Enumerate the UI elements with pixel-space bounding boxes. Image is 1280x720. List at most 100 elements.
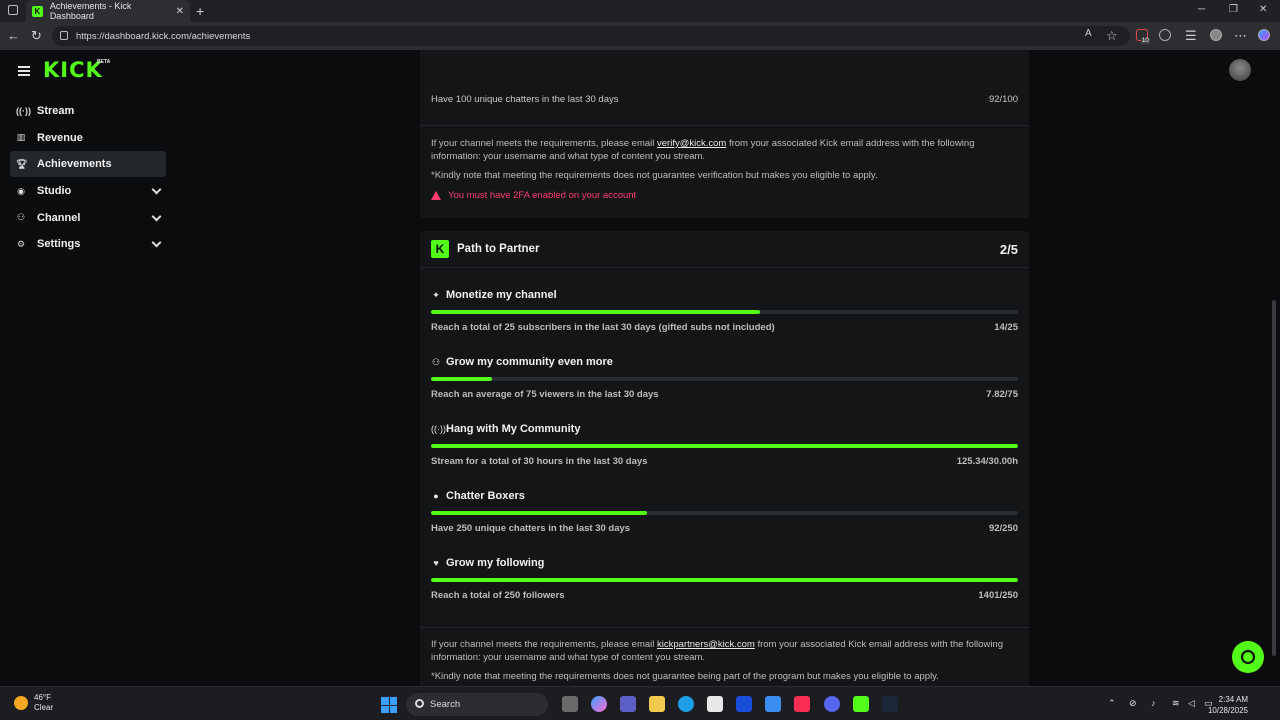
sidebar-nav: ((·)) Stream ▥ Revenue 🏆︎ Achievements ◉… — [10, 98, 166, 258]
sidebar-item-revenue[interactable]: ▥ Revenue — [10, 125, 166, 151]
gear-icon: ⚙ — [16, 238, 26, 249]
chevron-down-icon[interactable] — [151, 184, 162, 195]
tray-chevron-icon[interactable]: ⌃ — [1108, 698, 1116, 709]
user-avatar[interactable] — [1229, 59, 1251, 81]
sidebar-item-label: Studio — [37, 185, 72, 198]
path-to-partner-card: K Path to Partner 2/5 ✦ Monetize my chan… — [420, 231, 1029, 631]
verify-email-link[interactable]: verify@kick.com — [657, 138, 726, 149]
more-menu-icon[interactable]: ⋯ — [1234, 28, 1247, 44]
sparkle-icon: ✦ — [432, 290, 440, 300]
window-close-icon[interactable]: ✕ — [1259, 4, 1267, 15]
progress-track — [431, 377, 1018, 381]
url-field[interactable]: https://dashboard.kick.com/achievements — [52, 26, 1130, 46]
edge-icon[interactable] — [678, 696, 694, 712]
volume-icon[interactable]: ◁ — [1188, 698, 1195, 709]
collections-icon[interactable]: ☰ — [1185, 28, 1197, 44]
goal-description: Reach a total of 25 subscribers in the l… — [431, 322, 775, 333]
beta-badge: BETA — [97, 59, 111, 65]
refresh-icon[interactable]: ↻ — [31, 28, 42, 44]
chart-icon: ▥ — [16, 132, 26, 143]
extensions-puzzle-icon[interactable] — [1159, 29, 1171, 41]
partner-instructions-card: If your channel meets the requirements, … — [420, 628, 1029, 686]
sidebar-item-label: Settings — [37, 238, 81, 251]
maximize-icon[interactable]: ❐ — [1229, 4, 1238, 15]
steam-icon[interactable] — [882, 696, 898, 712]
tab-title: Achievements - Kick Dashboard — [49, 1, 132, 21]
progress-track — [431, 310, 1018, 314]
store-icon[interactable] — [707, 696, 723, 712]
heart-icon: ♥ — [433, 558, 439, 568]
menu-toggle-icon[interactable] — [18, 66, 30, 76]
goal-hang-with-community: ((·)) Hang with My Community Stream for … — [420, 423, 1029, 484]
wifi-icon[interactable]: ≋ — [1172, 698, 1180, 709]
progress-track — [431, 511, 1018, 515]
teams-icon[interactable] — [620, 696, 636, 712]
new-tab-icon[interactable]: + — [196, 3, 204, 19]
goal-title: Hang with My Community — [446, 423, 581, 435]
copilot-icon[interactable] — [1258, 29, 1270, 41]
verification-card: Have 100 unique chatters in the last 30 … — [420, 50, 1029, 218]
kick-k-icon: K — [431, 240, 449, 258]
progress-track — [431, 444, 1018, 448]
broadcast-icon: ((·)) — [16, 106, 31, 116]
goal-description: Have 100 unique chatters in the last 30 … — [431, 94, 619, 105]
lens-app-icon[interactable] — [736, 696, 752, 712]
weather-widget[interactable]: 46°F Clear — [14, 693, 53, 713]
read-aloud-icon[interactable]: A — [1085, 28, 1092, 39]
favorite-star-icon[interactable]: ☆ — [1106, 28, 1118, 44]
sidebar-item-achievements[interactable]: 🏆︎ Achievements — [10, 151, 166, 178]
kick-logo[interactable]: KICK — [43, 58, 103, 82]
sidebar-item-studio[interactable]: ◉ Studio — [10, 178, 166, 204]
goal-description: Have 250 unique chatters in the last 30 … — [431, 523, 631, 534]
divider — [420, 125, 1029, 126]
profile-icon[interactable] — [1210, 29, 1222, 41]
goal-title: Monetize my channel — [446, 289, 557, 301]
verification-instructions: If your channel meets the requirements, … — [431, 137, 1011, 163]
windows-start-icon[interactable] — [381, 697, 397, 713]
back-icon[interactable]: ← — [7, 28, 20, 43]
goal-value: 7.82/75 — [986, 389, 1018, 400]
taskbar-search[interactable]: Search — [406, 693, 548, 716]
network-off-icon[interactable]: ⊘ — [1129, 698, 1137, 709]
goal-description: Reach a total of 250 followers — [431, 590, 565, 601]
chevron-down-icon[interactable] — [151, 211, 162, 222]
headset-icon — [1241, 650, 1255, 664]
taskbar-clock[interactable]: 2:34 AM 10/28/2025 — [1208, 694, 1248, 716]
goal-value: 1401/250 — [978, 590, 1018, 601]
sidebar-item-label: Revenue — [37, 131, 83, 144]
pen-app-icon[interactable] — [765, 696, 781, 712]
tab-actions-icon[interactable] — [8, 5, 18, 15]
tab-close-icon[interactable]: ✕ — [176, 6, 184, 17]
file-explorer-icon[interactable] — [649, 696, 665, 712]
clock-date: 10/28/2025 — [1207, 706, 1248, 715]
discord-icon[interactable] — [824, 696, 840, 712]
chevron-down-icon[interactable] — [151, 237, 162, 248]
kick-app-icon[interactable] — [853, 696, 869, 712]
studio-icon: ◉ — [17, 185, 25, 196]
sidebar-item-channel[interactable]: ⚇ Channel — [10, 205, 166, 231]
goal-monetize: ✦ Monetize my channel Reach a total of 2… — [420, 289, 1029, 350]
verification-note: *Kindly note that meeting the requiremen… — [431, 170, 878, 181]
goal-chatter-boxers: ● Chatter Boxers Have 250 unique chatter… — [420, 490, 1029, 551]
help-chat-button[interactable] — [1232, 641, 1264, 673]
minimize-icon[interactable]: ─ — [1198, 4, 1205, 15]
sidebar-item-label: Achievements — [37, 158, 112, 171]
copilot-app-icon[interactable] — [591, 696, 607, 712]
sidebar-item-settings[interactable]: ⚙ Settings — [10, 231, 166, 257]
browser-tab[interactable]: K Achievements - Kick Dashboard ✕ — [26, 0, 190, 22]
goal-description: Reach an average of 75 viewers in the la… — [431, 389, 659, 400]
page-scrollbar[interactable] — [1272, 300, 1276, 656]
search-icon — [415, 699, 424, 708]
goal-value: 92/100 — [988, 94, 1018, 105]
microphone-icon[interactable]: ♪ — [1151, 698, 1156, 708]
partner-email-link[interactable]: kickpartners@kick.com — [657, 639, 755, 650]
music-icon[interactable] — [794, 696, 810, 712]
progress-fill — [431, 578, 1018, 582]
task-view-icon[interactable] — [562, 696, 578, 712]
sidebar-item-stream[interactable]: ((·)) Stream — [10, 98, 166, 124]
partner-note: *Kindly note that meeting the requiremen… — [431, 671, 939, 682]
warning-text: You must have 2FA enabled on your accoun… — [448, 190, 637, 201]
goal-grow-community: ⚇ Grow my community even more Reach an a… — [420, 356, 1029, 417]
users-icon: ⚇ — [16, 212, 26, 223]
group-icon: ⚇ — [431, 357, 441, 367]
